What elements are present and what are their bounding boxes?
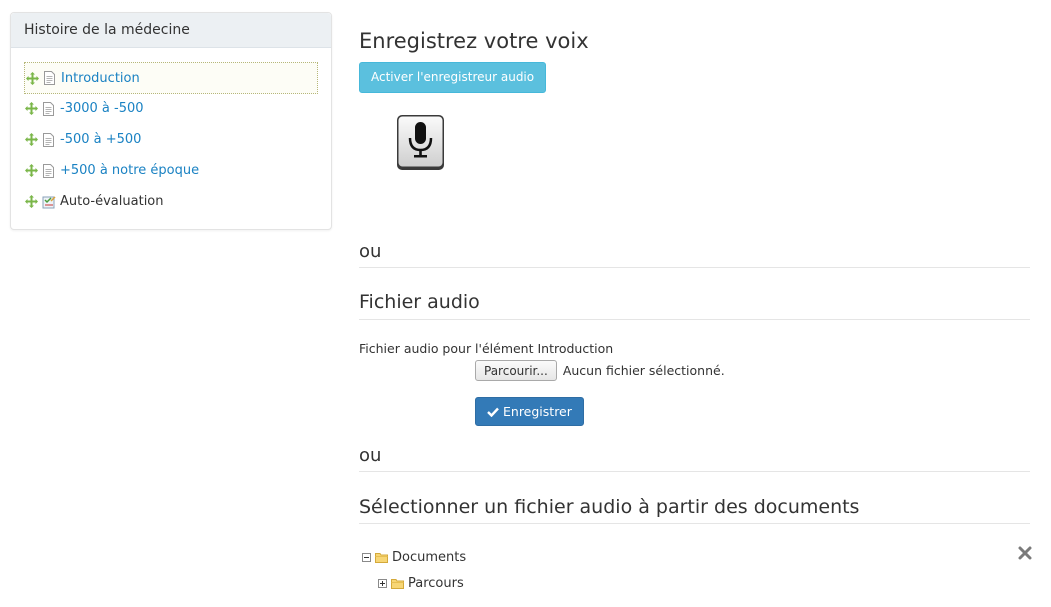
close-icon[interactable] — [1017, 545, 1033, 561]
move-icon[interactable] — [25, 102, 38, 115]
sidebar-item-label[interactable]: Auto-évaluation — [60, 194, 164, 209]
sidebar-item-500-notre-epoque[interactable]: +500 à notre époque — [24, 155, 318, 186]
folder-icon — [375, 553, 388, 563]
move-icon[interactable] — [25, 164, 38, 177]
separator-or: ou — [359, 445, 1030, 472]
activate-recorder-button[interactable]: Activer l'enregistreur audio — [359, 62, 547, 93]
document-icon — [44, 71, 55, 85]
audio-file-title: Fichier audio — [359, 291, 1030, 320]
check-icon — [487, 407, 499, 417]
sidebar-item-label[interactable]: -3000 à -500 — [60, 101, 144, 116]
document-icon — [43, 163, 54, 178]
move-icon[interactable] — [25, 133, 38, 146]
sidebar-panel: Histoire de la médecine Introduction -30… — [10, 12, 332, 230]
move-icon[interactable] — [26, 71, 39, 85]
tree-node-documents[interactable]: Documents — [362, 550, 466, 565]
microphone-icon[interactable] — [396, 114, 445, 171]
file-field-label: Fichier audio pour l'élément Introductio… — [359, 341, 614, 356]
save-button[interactable]: Enregistrer — [475, 397, 584, 426]
document-icon — [43, 101, 54, 116]
collapse-icon[interactable] — [362, 553, 371, 562]
sidebar-item-500-500[interactable]: -500 à +500 — [24, 124, 318, 155]
file-status-text: Aucun fichier sélectionné. — [562, 363, 725, 378]
tree-node-label[interactable]: Parcours — [408, 576, 464, 591]
separator-or: ou — [359, 241, 1030, 268]
tree-node-parcours[interactable]: Parcours — [378, 576, 464, 591]
file-input[interactable]: Parcourir... Aucun fichier sélectionné. — [475, 360, 725, 381]
sidebar-item-auto-evaluation[interactable]: Auto-évaluation — [24, 186, 318, 217]
sidebar-title: Histoire de la médecine — [11, 13, 331, 48]
folder-icon — [391, 579, 404, 589]
browse-button[interactable]: Parcourir... — [475, 360, 557, 381]
main-content: Enregistrez votre voix Activer l'enregis… — [359, 26, 1032, 591]
sidebar-item-introduction[interactable]: Introduction — [24, 62, 318, 94]
save-button-label: Enregistrer — [503, 404, 572, 419]
expand-icon[interactable] — [378, 579, 387, 588]
move-icon[interactable] — [25, 195, 38, 208]
document-icon — [43, 132, 54, 147]
record-title: Enregistrez votre voix — [359, 29, 589, 53]
tree-node-label[interactable]: Documents — [392, 550, 466, 565]
documents-title: Sélectionner un fichier audio à partir d… — [359, 496, 1030, 524]
sidebar-list: Introduction -3000 à -500 -500 à +500 +5… — [11, 48, 331, 217]
sidebar-item-label[interactable]: Introduction — [61, 71, 140, 86]
sidebar-item-3000-500[interactable]: -3000 à -500 — [24, 93, 318, 124]
quiz-icon — [42, 195, 56, 208]
sidebar-item-label[interactable]: +500 à notre époque — [60, 163, 199, 178]
sidebar-item-label[interactable]: -500 à +500 — [60, 132, 141, 147]
